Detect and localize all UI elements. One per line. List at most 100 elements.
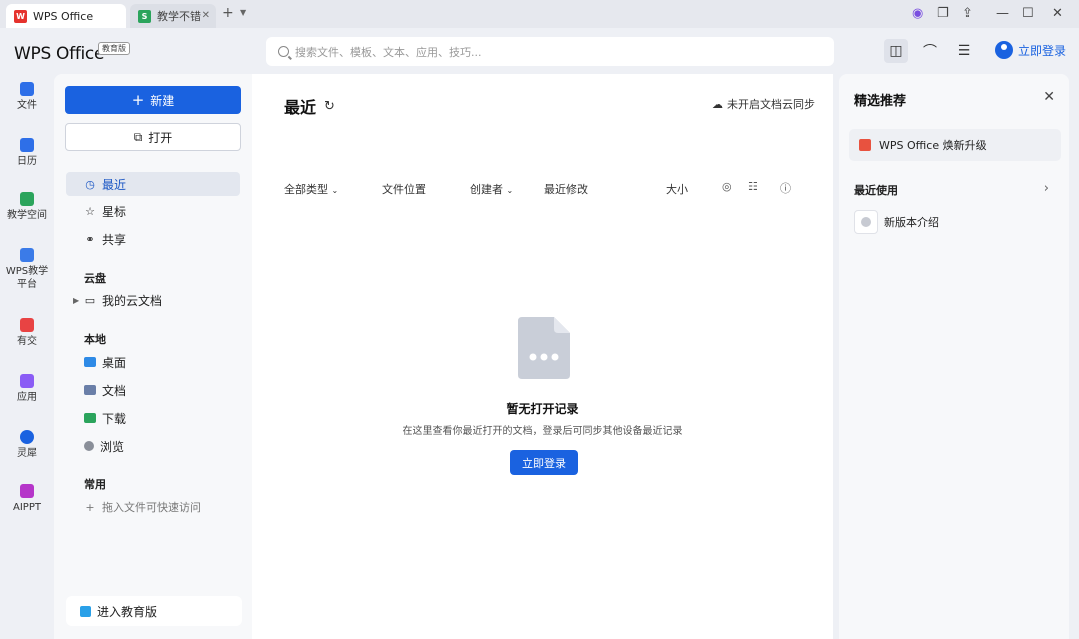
common-drop-hint: + 拖入文件可快速访问 bbox=[66, 495, 240, 519]
rail-label: WPS教学平台 bbox=[5, 266, 49, 290]
nav-cloud-docs[interactable]: ▶ ▭ 我的云文档 bbox=[66, 288, 240, 312]
chevron-down-icon: ⌄ bbox=[331, 186, 339, 195]
settings-button[interactable]: ☰ bbox=[952, 39, 976, 63]
tab-label: 教学不错 bbox=[157, 10, 201, 23]
rail-item-teaching-space[interactable]: 教学空间 bbox=[0, 192, 54, 222]
nav-label: 下载 bbox=[102, 411, 127, 426]
settings-sliders-icon: ☰ bbox=[957, 43, 971, 59]
rail-item-apps[interactable]: 应用 bbox=[0, 374, 54, 404]
lingxi-icon bbox=[20, 430, 34, 444]
edu-cube-icon bbox=[80, 605, 91, 617]
nav-desktop[interactable]: 桌面 bbox=[66, 350, 240, 374]
enter-edu-button[interactable]: 进入教育版 bbox=[66, 596, 242, 626]
rail-item-share[interactable]: 有交 bbox=[0, 318, 54, 348]
cloud-off-icon: ☁ bbox=[712, 97, 723, 111]
nav-label: 我的云文档 bbox=[102, 293, 163, 308]
chevron-right-icon[interactable]: › bbox=[1044, 181, 1049, 196]
cloud-sync-status[interactable]: ☁ 未开启文档云同步 bbox=[712, 96, 815, 112]
chevron-down-icon[interactable]: ▼ bbox=[240, 8, 246, 17]
login-label: 立即登录 bbox=[1018, 43, 1067, 58]
empty-login-button[interactable]: 立即登录 bbox=[510, 450, 578, 475]
tab-wps-office[interactable]: W WPS Office bbox=[6, 4, 126, 28]
view-icon[interactable]: ◎ bbox=[722, 180, 732, 193]
page-title: 最近 ↻ bbox=[284, 94, 335, 118]
section-cloud: 云盘 bbox=[84, 272, 106, 285]
recent-used-title: 最近使用 bbox=[854, 184, 898, 197]
column-label: 大小 bbox=[666, 183, 688, 196]
rail-item-calendar[interactable]: 日历 bbox=[0, 138, 54, 168]
column-location[interactable]: 文件位置 bbox=[382, 181, 426, 197]
card-label: WPS Office 焕新升级 bbox=[879, 139, 987, 152]
column-creator-filter[interactable]: 创建者 ⌄ bbox=[470, 181, 513, 197]
share-nodes-icon: ⚭ bbox=[85, 232, 95, 246]
page-title-text: 最近 bbox=[284, 98, 317, 117]
new-tab-icon[interactable]: + bbox=[222, 5, 234, 21]
nav-recent[interactable]: ◷ 最近 bbox=[66, 172, 240, 196]
app-logo: WPS Office bbox=[14, 44, 105, 64]
empty-document-icon bbox=[518, 317, 570, 379]
close-window-icon[interactable]: ✕ bbox=[1052, 6, 1063, 21]
rail-item-teaching-platform[interactable]: WPS教学平台 bbox=[0, 248, 54, 291]
sheet-icon: S bbox=[138, 9, 151, 23]
wps-logo-icon: W bbox=[14, 9, 27, 23]
recent-used-item[interactable]: 新版本介绍 bbox=[854, 210, 939, 234]
column-type-filter[interactable]: 全部类型 ⌄ bbox=[284, 181, 338, 197]
login-button[interactable]: 立即登录 bbox=[995, 41, 1066, 59]
nav-label: 浏览 bbox=[100, 439, 125, 454]
panel-icon: ◫ bbox=[889, 43, 903, 59]
empty-state-title: 暂无打开记录 bbox=[506, 402, 579, 416]
refresh-icon[interactable]: ↻ bbox=[324, 99, 335, 114]
info-icon[interactable]: ⓘ bbox=[780, 180, 791, 196]
nav-browse[interactable]: 浏览 bbox=[66, 434, 240, 458]
rail-item-lingxi[interactable]: 灵犀 bbox=[0, 430, 54, 460]
section-common: 常用 bbox=[84, 478, 106, 491]
close-tab-icon[interactable]: ✕ bbox=[202, 10, 210, 21]
nav-label: 文档 bbox=[102, 383, 127, 398]
chevron-down-icon: ⌄ bbox=[506, 186, 514, 195]
app-header: WPS Office 教育版 搜索文件、模板、文本、应用、技巧... ◫ ⌒ ☰… bbox=[0, 28, 1079, 72]
rail-label: 教学空间 bbox=[7, 210, 47, 221]
nav-share[interactable]: ⚭ 共享 bbox=[66, 227, 240, 251]
left-panel: + 新建 ⧉ 打开 ◷ 最近 ☆ 星标 ⚭ 共享 云盘 ▶ ▭ 我的云文档 本地… bbox=[54, 74, 252, 639]
support-button[interactable]: ⌒ bbox=[918, 39, 942, 63]
ai-assistant-icon[interactable]: ◉ bbox=[912, 6, 923, 21]
plus-icon: + bbox=[85, 500, 95, 514]
file-icon bbox=[20, 82, 34, 96]
empty-state-description: 在这里查看你最近打开的文档，登录后可同步其他设备最近记录 bbox=[402, 426, 683, 437]
rail-label: AIPPT bbox=[13, 502, 41, 513]
recommend-title: 精选推荐 bbox=[854, 94, 907, 109]
close-icon[interactable]: ✕ bbox=[1043, 89, 1055, 105]
column-size[interactable]: 大小 bbox=[666, 181, 688, 197]
panel-toggle-button[interactable]: ◫ bbox=[884, 39, 908, 63]
rail-item-aippt[interactable]: AIPPT bbox=[0, 484, 54, 514]
sync-label: 未开启文档云同步 bbox=[727, 98, 815, 111]
skin-icon[interactable]: ⇪ bbox=[962, 6, 973, 21]
search-placeholder: 搜索文件、模板、文本、应用、技巧... bbox=[295, 45, 482, 59]
nav-star[interactable]: ☆ 星标 bbox=[66, 199, 240, 223]
new-button[interactable]: + 新建 bbox=[65, 86, 241, 114]
recommend-panel: 精选推荐 ✕ WPS Office 焕新升级 最近使用 › 新版本介绍 bbox=[839, 74, 1069, 639]
minimize-icon[interactable]: — bbox=[996, 6, 1009, 21]
search-input[interactable]: 搜索文件、模板、文本、应用、技巧... bbox=[266, 37, 834, 66]
maximize-icon[interactable]: ☐ bbox=[1022, 6, 1034, 21]
apps-grid-icon bbox=[20, 374, 34, 388]
column-label: 文件位置 bbox=[382, 183, 426, 196]
upgrade-card[interactable]: WPS Office 焕新升级 bbox=[849, 129, 1061, 161]
window-switch-icon[interactable]: ❐ bbox=[937, 6, 949, 21]
new-label: 新建 bbox=[150, 93, 175, 108]
app-rail: 文件 日历 教学空间 WPS教学平台 有交 应用 灵犀 AIPPT bbox=[0, 72, 54, 639]
edition-badge: 教育版 bbox=[98, 42, 130, 55]
column-modified[interactable]: 最近修改 bbox=[544, 181, 588, 197]
share-icon bbox=[20, 318, 34, 332]
tab-label: WPS Office bbox=[33, 9, 94, 23]
list-settings-icon[interactable]: ☷ bbox=[748, 180, 758, 193]
nav-documents[interactable]: 文档 bbox=[66, 378, 240, 402]
nav-downloads[interactable]: 下载 bbox=[66, 406, 240, 430]
open-button[interactable]: ⧉ 打开 bbox=[65, 123, 241, 151]
folder-open-icon: ⧉ bbox=[133, 129, 143, 144]
tab-document[interactable]: S 教学不错 ✕ bbox=[130, 4, 216, 28]
folder-icon: ▭ bbox=[84, 293, 96, 307]
expand-arrow-icon[interactable]: ▶ bbox=[73, 296, 79, 305]
rail-item-files[interactable]: 文件 bbox=[0, 82, 54, 112]
plus-icon: + bbox=[131, 91, 145, 109]
